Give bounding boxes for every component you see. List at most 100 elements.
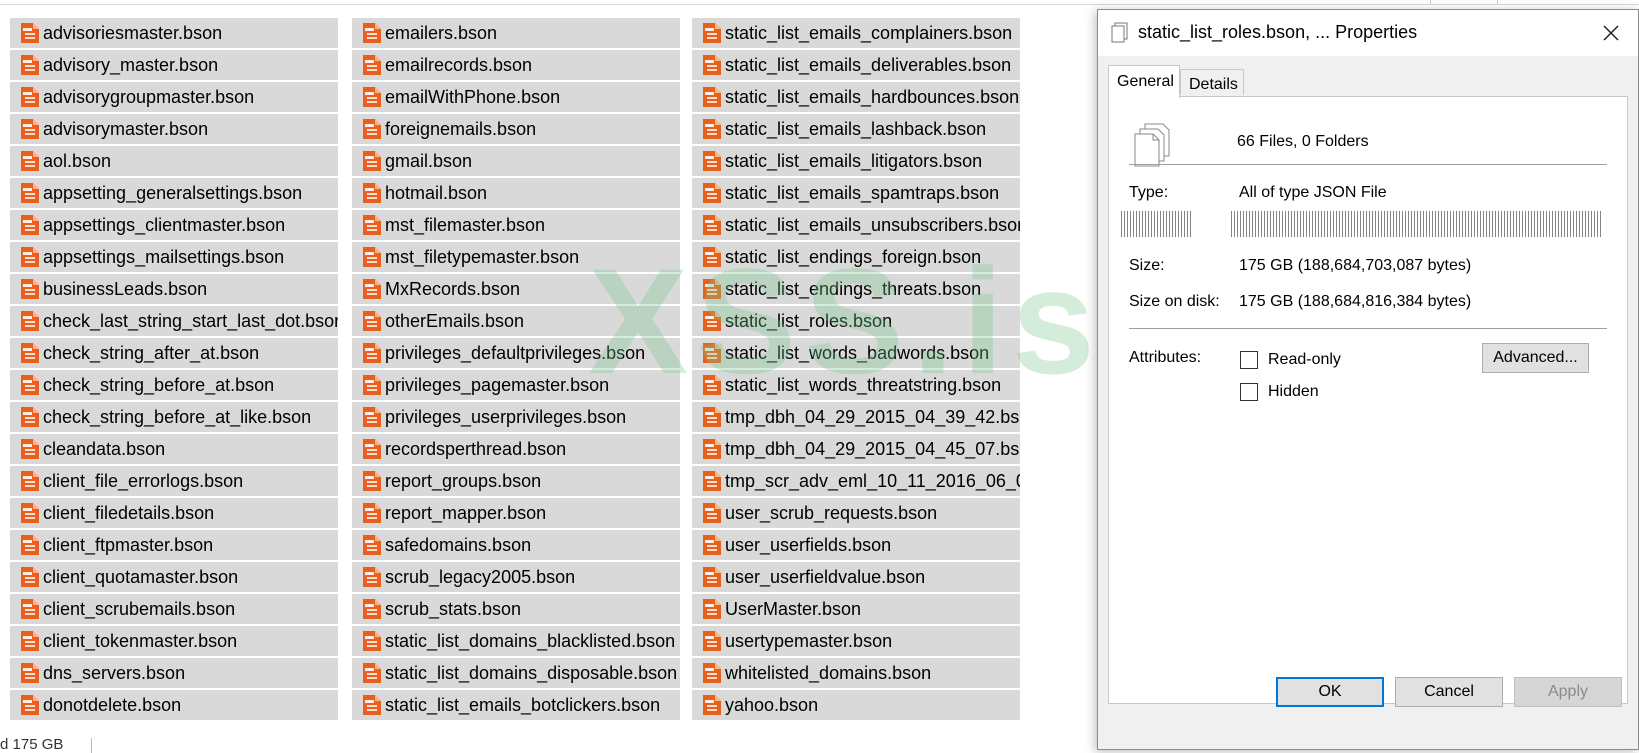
file-item[interactable]: client_scrubemails.bson bbox=[10, 594, 338, 624]
file-item[interactable]: user_userfields.bson bbox=[692, 530, 1020, 560]
readonly-checkbox[interactable] bbox=[1240, 351, 1258, 369]
file-item[interactable]: static_list_words_threatstring.bson bbox=[692, 370, 1020, 400]
file-item[interactable]: client_tokenmaster.bson bbox=[10, 626, 338, 656]
file-name: safedomains.bson bbox=[385, 534, 532, 555]
file-item[interactable]: mst_filetypemaster.bson bbox=[352, 242, 680, 272]
file-item[interactable]: UserMaster.bson bbox=[692, 594, 1020, 624]
file-item[interactable]: static_list_emails_botclickers.bson bbox=[352, 690, 680, 720]
file-name: report_mapper.bson bbox=[385, 502, 547, 523]
bson-file-icon bbox=[702, 694, 722, 716]
file-item[interactable]: donotdelete.bson bbox=[10, 690, 338, 720]
file-item[interactable]: emailrecords.bson bbox=[352, 50, 680, 80]
file-item[interactable]: tmp_scr_adv_eml_10_11_2016_06_02_01_465.… bbox=[692, 466, 1020, 496]
column-divider[interactable] bbox=[1430, 0, 1431, 4]
file-item[interactable]: advisorygroupmaster.bson bbox=[10, 82, 338, 112]
file-name: static_list_domains_disposable.bson bbox=[385, 662, 678, 683]
file-item[interactable]: report_groups.bson bbox=[352, 466, 680, 496]
bson-file-icon bbox=[20, 310, 40, 332]
hidden-checkbox[interactable] bbox=[1240, 383, 1258, 401]
file-item[interactable]: advisory_master.bson bbox=[10, 50, 338, 80]
apply-button[interactable]: Apply bbox=[1514, 677, 1622, 707]
bson-file-icon bbox=[702, 534, 722, 556]
type-label: Type: bbox=[1129, 184, 1169, 201]
file-item[interactable]: scrub_legacy2005.bson bbox=[352, 562, 680, 592]
file-item[interactable]: static_list_emails_lashback.bson bbox=[692, 114, 1020, 144]
file-item[interactable]: client_ftpmaster.bson bbox=[10, 530, 338, 560]
file-name: MxRecords.bson bbox=[385, 278, 521, 299]
file-item[interactable]: static_list_emails_deliverables.bson bbox=[692, 50, 1020, 80]
file-item[interactable]: static_list_endings_threats.bson bbox=[692, 274, 1020, 304]
file-item[interactable]: yahoo.bson bbox=[692, 690, 1020, 720]
file-item[interactable]: hotmail.bson bbox=[352, 178, 680, 208]
file-item[interactable]: user_scrub_requests.bson bbox=[692, 498, 1020, 528]
readonly-label[interactable]: Read-only bbox=[1268, 351, 1341, 369]
file-item[interactable]: gmail.bson bbox=[352, 146, 680, 176]
bson-file-icon bbox=[362, 438, 382, 460]
bson-file-icon bbox=[20, 278, 40, 300]
file-item[interactable]: privileges_defaultprivileges.bson bbox=[352, 338, 680, 368]
file-item[interactable]: appsetting_generalsettings.bson bbox=[10, 178, 338, 208]
file-item[interactable]: static_list_roles.bson bbox=[692, 306, 1020, 336]
file-item[interactable]: advisorymaster.bson bbox=[10, 114, 338, 144]
file-item[interactable]: aol.bson bbox=[10, 146, 338, 176]
bson-file-icon bbox=[362, 534, 382, 556]
bson-file-icon bbox=[362, 630, 382, 652]
file-item[interactable]: MxRecords.bson bbox=[352, 274, 680, 304]
file-item[interactable]: otherEmails.bson bbox=[352, 306, 680, 336]
file-item[interactable]: safedomains.bson bbox=[352, 530, 680, 560]
file-item[interactable]: privileges_userprivileges.bson bbox=[352, 402, 680, 432]
file-item[interactable]: check_string_after_at.bson bbox=[10, 338, 338, 368]
file-item[interactable]: advisoriesmaster.bson bbox=[10, 18, 338, 48]
file-item[interactable]: cleandata.bson bbox=[10, 434, 338, 464]
redacted-value bbox=[1231, 211, 1603, 237]
file-item[interactable]: check_last_string_start_last_dot.bson bbox=[10, 306, 338, 336]
bson-file-icon bbox=[362, 598, 382, 620]
file-item[interactable]: static_list_domains_blacklisted.bson bbox=[352, 626, 680, 656]
file-item[interactable]: check_string_before_at_like.bson bbox=[10, 402, 338, 432]
file-item[interactable]: client_quotamaster.bson bbox=[10, 562, 338, 592]
file-item[interactable]: static_list_words_badwords.bson bbox=[692, 338, 1020, 368]
file-item[interactable]: user_userfieldvalue.bson bbox=[692, 562, 1020, 592]
advanced-button[interactable]: Advanced... bbox=[1482, 343, 1589, 373]
tab-general[interactable]: General bbox=[1108, 65, 1180, 98]
file-item[interactable]: dns_servers.bson bbox=[10, 658, 338, 688]
file-item[interactable]: appsettings_mailsettings.bson bbox=[10, 242, 338, 272]
column-divider[interactable] bbox=[1497, 0, 1498, 4]
file-item[interactable]: static_list_emails_unsubscribers.bson bbox=[692, 210, 1020, 240]
file-item[interactable]: scrub_stats.bson bbox=[352, 594, 680, 624]
close-button[interactable] bbox=[1596, 18, 1626, 48]
file-item[interactable]: recordsperthread.bson bbox=[352, 434, 680, 464]
file-item[interactable]: static_list_emails_complainers.bson bbox=[692, 18, 1020, 48]
file-item[interactable]: privileges_pagemaster.bson bbox=[352, 370, 680, 400]
file-name: mst_filetypemaster.bson bbox=[385, 246, 580, 267]
file-item[interactable]: businessLeads.bson bbox=[10, 274, 338, 304]
file-name: static_list_endings_threats.bson bbox=[725, 278, 982, 299]
tab-details[interactable]: Details bbox=[1180, 69, 1244, 95]
file-item[interactable]: report_mapper.bson bbox=[352, 498, 680, 528]
file-item[interactable]: client_file_errorlogs.bson bbox=[10, 466, 338, 496]
file-item[interactable]: client_filedetails.bson bbox=[10, 498, 338, 528]
file-item[interactable]: mst_filemaster.bson bbox=[352, 210, 680, 240]
file-item[interactable]: static_list_endings_foreign.bson bbox=[692, 242, 1020, 272]
file-item[interactable]: whitelisted_domains.bson bbox=[692, 658, 1020, 688]
file-item[interactable]: check_string_before_at.bson bbox=[10, 370, 338, 400]
file-item[interactable]: static_list_emails_litigators.bson bbox=[692, 146, 1020, 176]
file-item[interactable]: emailWithPhone.bson bbox=[352, 82, 680, 112]
file-item[interactable]: static_list_emails_hardbounces.bson bbox=[692, 82, 1020, 112]
cancel-button[interactable]: Cancel bbox=[1395, 677, 1503, 707]
bson-file-icon bbox=[362, 214, 382, 236]
file-column-1: advisoriesmaster.bson advisory_master.bso… bbox=[10, 18, 338, 722]
file-item[interactable]: tmp_dbh_04_29_2015_04_45_07.bson bbox=[692, 434, 1020, 464]
file-name: static_list_words_badwords.bson bbox=[725, 342, 990, 363]
file-item[interactable]: tmp_dbh_04_29_2015_04_39_42.bson bbox=[692, 402, 1020, 432]
file-item[interactable]: foreignemails.bson bbox=[352, 114, 680, 144]
dialog-titlebar[interactable]: static_list_roles.bson, ... Properties bbox=[1098, 10, 1638, 56]
file-item[interactable]: static_list_emails_spamtraps.bson bbox=[692, 178, 1020, 208]
file-item[interactable]: appsettings_clientmaster.bson bbox=[10, 210, 338, 240]
ok-button[interactable]: OK bbox=[1276, 677, 1384, 707]
file-item[interactable]: emailers.bson bbox=[352, 18, 680, 48]
hidden-label[interactable]: Hidden bbox=[1268, 383, 1319, 401]
file-item[interactable]: static_list_domains_disposable.bson bbox=[352, 658, 680, 688]
file-name: check_string_before_at.bson bbox=[43, 374, 275, 395]
file-item[interactable]: usertypemaster.bson bbox=[692, 626, 1020, 656]
